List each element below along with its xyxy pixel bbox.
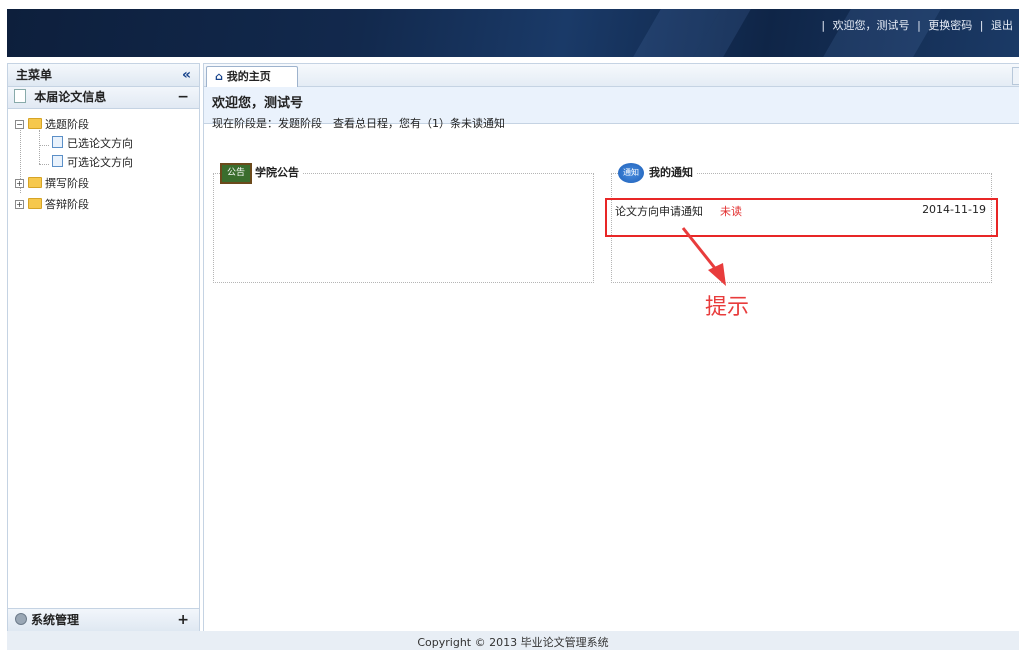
- notification-date: 2014-11-19: [922, 203, 986, 216]
- tab-strip: ⌂ 我的主页: [204, 64, 1019, 87]
- accordion-system-label: 系统管理: [31, 613, 80, 627]
- notification-item[interactable]: 论文方向申请通知 未读 2014-11-19: [605, 198, 998, 237]
- separator: |: [821, 19, 826, 32]
- accordion-collapse-button[interactable]: −: [177, 87, 189, 108]
- tree-node-label: 选题阶段: [45, 118, 89, 131]
- tab-label: 我的主页: [226, 70, 271, 83]
- tree-expander-icon[interactable]: +: [15, 179, 24, 188]
- change-password-link[interactable]: 更换密码: [928, 19, 972, 32]
- announcements-title: 学院公告: [255, 166, 299, 179]
- tree-expander-icon[interactable]: +: [15, 200, 24, 209]
- tree-line: [39, 164, 49, 165]
- annotation-hint: 提示: [705, 295, 750, 320]
- tree-item-available-directions[interactable]: 可选论文方向: [52, 154, 133, 172]
- tree-item-label: 已选论文方向: [67, 137, 133, 150]
- bulletin-board-icon: 公告: [220, 162, 252, 184]
- welcome-title: 欢迎您，测试号: [212, 96, 304, 111]
- separator: |: [917, 19, 921, 32]
- main-menu-panel: 主菜单 « 本届论文信息 − − 选题阶段 已选论文方向 可选论文方向 + 撰写阶段…: [7, 63, 200, 632]
- notification-title[interactable]: 论文方向申请通知: [615, 203, 703, 219]
- welcome-banner: 欢迎您，测试号 现在阶段是：发题阶段 查看总日程，您有（1）条未读通知: [204, 87, 1019, 130]
- tree-item-selected-directions[interactable]: 已选论文方向: [52, 135, 133, 153]
- arrow-shaft: [681, 227, 720, 273]
- top-header: | 欢迎您，测试号 | 更换密码 | 退出: [7, 9, 1019, 57]
- main-menu-header: 主菜单 «: [8, 64, 199, 87]
- tab-scroll-button[interactable]: [1012, 67, 1019, 85]
- copyright-text: Copyright © 2013 毕业论文管理系统: [417, 636, 609, 649]
- tab-my-homepage[interactable]: ⌂ 我的主页: [206, 66, 298, 87]
- notifications-header: 通知 我的通知: [618, 162, 697, 184]
- annotation-arrow-icon: [681, 227, 726, 286]
- tree-node-label: 答辩阶段: [45, 198, 89, 211]
- tree-node-topic-stage[interactable]: − 选题阶段: [15, 116, 89, 134]
- header-nav: | 欢迎您，测试号 | 更换密码 | 退出: [819, 17, 1015, 33]
- collapse-sidebar-button[interactable]: «: [182, 64, 191, 86]
- tree-line: [39, 145, 49, 146]
- main-menu-title: 主菜单: [16, 68, 53, 82]
- tree-item-label: 可选论文方向: [67, 156, 133, 169]
- unread-status: 未读: [720, 205, 742, 218]
- tree-node-writing-stage[interactable]: + 撰写阶段: [15, 175, 89, 193]
- accordion-thesis-info[interactable]: 本届论文信息 −: [8, 87, 199, 109]
- tree-expander-icon[interactable]: −: [15, 120, 24, 129]
- logout-link[interactable]: 退出: [991, 19, 1013, 32]
- list-icon: [52, 136, 63, 148]
- notification-bubble-icon: 通知: [618, 163, 644, 183]
- notifications-card: 通知 我的通知 论文方向申请通知 未读 2014-11-19: [605, 162, 998, 283]
- folder-icon: [28, 198, 42, 209]
- folder-icon: [28, 118, 42, 129]
- announcements-header: 公告 学院公告: [220, 162, 303, 184]
- home-icon: ⌂: [215, 70, 223, 83]
- gear-icon: [15, 613, 27, 625]
- list-icon: [52, 155, 63, 167]
- announcements-card: 公告 学院公告: [213, 162, 594, 283]
- tree-node-label: 撰写阶段: [45, 177, 89, 190]
- tree-node-defense-stage[interactable]: + 答辩阶段: [15, 196, 89, 214]
- document-icon: [14, 89, 26, 103]
- folder-icon: [28, 177, 42, 188]
- accordion-thesis-info-label: 本届论文信息: [34, 90, 107, 104]
- footer: Copyright © 2013 毕业论文管理系统: [7, 631, 1019, 650]
- notifications-title: 我的通知: [649, 166, 693, 179]
- separator: |: [979, 19, 984, 32]
- accordion-expand-button[interactable]: +: [177, 609, 189, 631]
- accordion-system-management[interactable]: 系统管理 +: [8, 608, 199, 631]
- welcome-status-text: 现在阶段是：发题阶段 查看总日程，您有（1）条未读通知: [212, 117, 505, 130]
- tree-line: [39, 130, 40, 164]
- arrow-head: [708, 263, 726, 286]
- main-content-panel: ⌂ 我的主页 欢迎您，测试号 现在阶段是：发题阶段 查看总日程，您有（1）条未读…: [203, 63, 1019, 631]
- welcome-user-link[interactable]: 欢迎您，测试号: [833, 19, 910, 32]
